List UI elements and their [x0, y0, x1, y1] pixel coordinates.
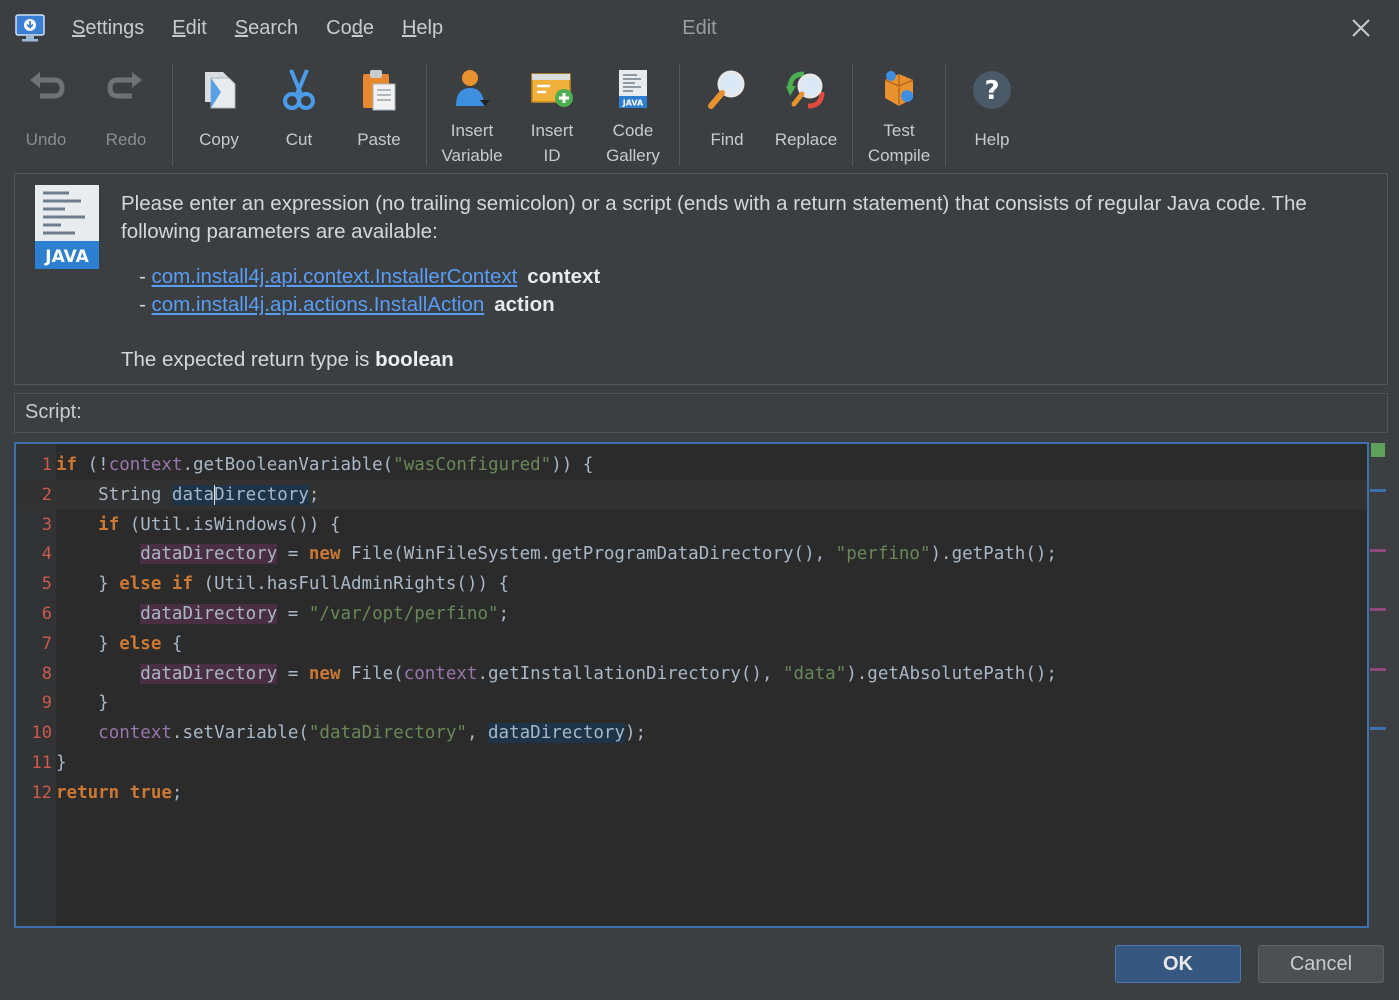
menu-code[interactable]: Code [312, 14, 388, 42]
line-number: 2 [41, 484, 52, 505]
line-number: 6 [41, 604, 52, 624]
scroll-mark[interactable] [1370, 608, 1386, 611]
code-line[interactable]: 6 dataDirectory = "/var/opt/perfino"; [16, 599, 1367, 629]
code-text[interactable]: dataDirectory = new File(WinFileSystem.g… [56, 539, 1057, 569]
paste-button[interactable]: Paste [339, 60, 419, 168]
line-number: 8 [41, 663, 52, 684]
line-number: 11 [31, 753, 52, 773]
toolbar-separator [172, 64, 173, 166]
code-editor[interactable]: 1 if (!context.getBooleanVariable("wasCon… [14, 442, 1369, 928]
insert-id-button[interactable]: Insert ID [512, 60, 592, 168]
menu-help[interactable]: Help [388, 14, 457, 42]
menu-bar: Settings Edit Search Code Help [58, 14, 457, 42]
code-text[interactable]: return true; [56, 778, 182, 808]
param-type-link[interactable]: com.install4j.api.context.InstallerConte… [152, 265, 518, 288]
param-type-link[interactable]: com.install4j.api.actions.InstallAction [152, 293, 485, 316]
cancel-button[interactable]: Cancel [1258, 945, 1384, 983]
status-ok-marker [1371, 443, 1385, 457]
code-text[interactable]: dataDirectory = "/var/opt/perfino"; [56, 599, 509, 629]
code-line[interactable]: 1 if (!context.getBooleanVariable("wasCon… [16, 450, 1367, 480]
code-text[interactable]: context.setVariable("dataDirectory", dat… [56, 718, 646, 748]
copy-icon [205, 72, 236, 109]
parameter-action: - com.install4j.api.actions.InstallActio… [139, 293, 555, 316]
code-text[interactable]: } else { [56, 629, 182, 659]
toolbar-separator [679, 64, 680, 166]
java-icon: JAVA [35, 185, 99, 269]
line-number: 1 [41, 455, 52, 475]
menu-settings[interactable]: Settings [58, 14, 158, 42]
ok-button[interactable]: OK [1115, 945, 1241, 983]
scroll-mark[interactable] [1370, 489, 1386, 492]
cut-button[interactable]: Cut [259, 60, 339, 168]
line-number: 7 [41, 633, 52, 654]
toolbar: Undo Redo Copy Cut Paste Insert Variable… [0, 56, 1399, 170]
line-number: 4 [41, 544, 52, 565]
code-line[interactable]: 8 dataDirectory = new File(context.getIn… [16, 659, 1367, 689]
code-line[interactable]: 9 } [16, 688, 1367, 718]
scroll-mark[interactable] [1370, 727, 1386, 730]
undo-button[interactable]: Undo [6, 60, 86, 168]
description-text: Please enter an expression (no trailing … [121, 192, 1307, 243]
app-icon[interactable] [14, 13, 46, 43]
insert-id-icon [531, 73, 573, 107]
code-line[interactable]: 2 String dataDirectory; [16, 479, 1367, 510]
undo-icon [30, 72, 65, 99]
return-type-text: The expected return type is boolean [121, 348, 454, 371]
code-text[interactable]: } [56, 748, 67, 778]
replace-button[interactable]: Replace [766, 60, 846, 168]
info-panel: JAVA Please enter an expression (no trai… [14, 173, 1388, 385]
script-label-bar: Script: [14, 393, 1388, 433]
code-line[interactable]: 3 if (Util.isWindows()) { [16, 510, 1367, 540]
compile-icon [884, 71, 914, 106]
scissors-icon [283, 69, 315, 110]
clipboard-icon [363, 70, 396, 111]
code-line[interactable]: 10 context.setVariable("dataDirectory", … [16, 718, 1367, 748]
code-line[interactable]: 7 } else { [16, 629, 1367, 659]
redo-icon [107, 72, 142, 99]
user-icon [456, 70, 490, 106]
line-number: 5 [41, 574, 52, 595]
insert-variable-button[interactable]: Insert Variable [432, 60, 512, 168]
copy-button[interactable]: Copy [179, 60, 259, 168]
replace-icon [786, 71, 825, 109]
magnifier-icon [708, 70, 745, 109]
line-number: 3 [41, 514, 52, 535]
redo-button[interactable]: Redo [86, 60, 166, 168]
code-line[interactable]: 12 return true; [16, 778, 1367, 808]
code-gallery-button[interactable]: JAVA Code Gallery [593, 60, 673, 168]
script-label: Script: [25, 401, 82, 423]
scroll-mark[interactable] [1370, 668, 1386, 671]
code-line[interactable]: 5 } else if (Util.hasFullAdminRights()) … [16, 569, 1367, 599]
svg-text:JAVA: JAVA [622, 99, 644, 108]
line-number: 12 [31, 782, 52, 803]
code-text[interactable]: if (!context.getBooleanVariable("wasConf… [56, 450, 593, 480]
toolbar-separator [945, 64, 946, 166]
line-number: 9 [41, 693, 52, 714]
help-button[interactable]: ? Help [952, 60, 1032, 168]
java-file-icon: JAVA [619, 70, 647, 108]
menu-edit[interactable]: Edit [158, 14, 220, 42]
code-text[interactable]: } [56, 688, 109, 718]
title-bar: Settings Edit Search Code Help Edit [0, 0, 1399, 56]
code-line[interactable]: 4 dataDirectory = new File(WinFileSystem… [16, 539, 1367, 569]
code-text[interactable]: if (Util.isWindows()) { [56, 510, 340, 540]
menu-search[interactable]: Search [221, 14, 312, 42]
help-icon: ? [973, 71, 1011, 109]
svg-text:?: ? [984, 76, 999, 106]
code-text[interactable]: String dataDirectory; [56, 480, 319, 510]
parameter-context: - com.install4j.api.context.InstallerCon… [139, 265, 601, 288]
line-number: 10 [31, 723, 52, 744]
find-button[interactable]: Find [687, 60, 767, 168]
close-icon[interactable] [1345, 12, 1377, 44]
svg-text:JAVA: JAVA [44, 247, 89, 267]
test-compile-button[interactable]: Test Compile [859, 60, 939, 168]
code-text[interactable]: dataDirectory = new File(context.getInst… [56, 659, 1057, 689]
scroll-mark[interactable] [1370, 549, 1386, 552]
code-text[interactable]: } else if (Util.hasFullAdminRights()) { [56, 569, 509, 599]
code-line[interactable]: 11} [16, 748, 1367, 778]
